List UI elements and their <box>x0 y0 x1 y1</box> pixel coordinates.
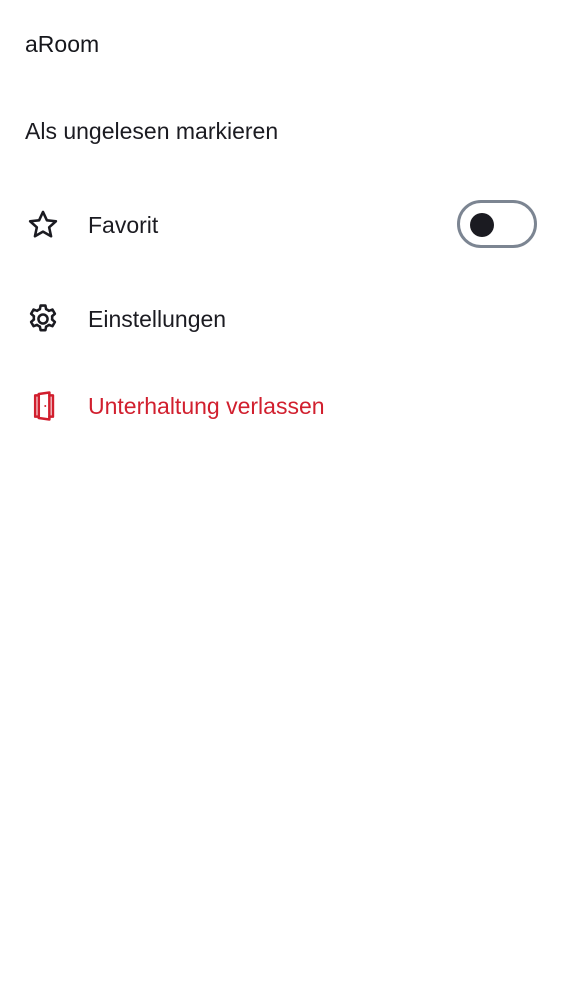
toggle-knob <box>470 213 494 237</box>
settings-label: Einstellungen <box>88 306 227 332</box>
favorite-label: Favorit <box>88 212 159 238</box>
star-icon <box>25 207 61 243</box>
favorite-toggle[interactable] <box>457 200 537 248</box>
gear-icon <box>25 301 61 337</box>
door-exit-icon <box>25 388 61 424</box>
settings-item[interactable]: Einstellungen <box>0 284 562 354</box>
mark-unread-item[interactable]: Als ungelesen markieren <box>0 96 562 166</box>
mark-unread-label: Als ungelesen markieren <box>25 118 279 144</box>
favorite-item[interactable]: Favorit <box>0 190 562 260</box>
room-name: aRoom <box>25 31 100 57</box>
leave-conversation-item[interactable]: Unterhaltung verlassen <box>0 371 562 441</box>
room-options-sheet: aRoom Als ungelesen markieren Favorit Ei… <box>0 0 562 1000</box>
leave-conversation-label: Unterhaltung verlassen <box>88 393 325 419</box>
